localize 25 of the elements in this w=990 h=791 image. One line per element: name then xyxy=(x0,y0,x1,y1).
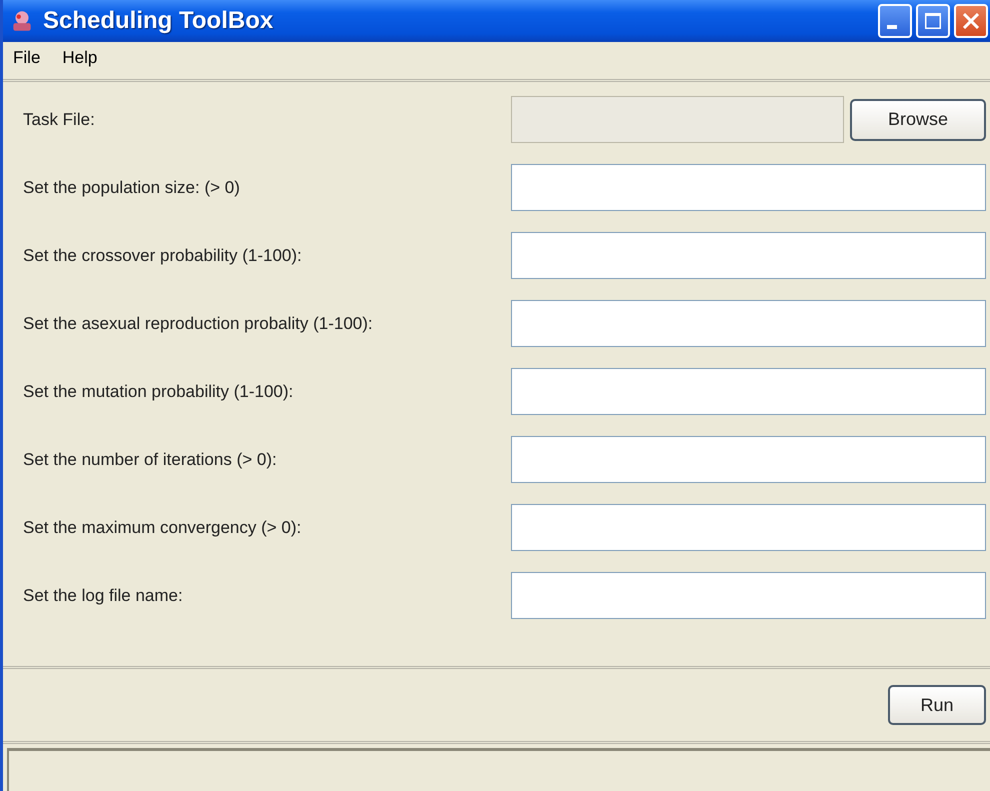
input-field[interactable] xyxy=(511,300,986,347)
input-field[interactable] xyxy=(511,504,986,551)
input-field[interactable] xyxy=(511,368,986,415)
field-label: Set the mutation probability (1-100): xyxy=(23,382,294,402)
input-field[interactable] xyxy=(511,232,986,279)
window-title: Scheduling ToolBox xyxy=(43,7,274,35)
field-label: Set the crossover probability (1-100): xyxy=(23,246,303,266)
field-label: Task File: xyxy=(23,110,96,130)
field-label: Set the maximum convergency (> 0): xyxy=(23,518,302,538)
maximize-button[interactable] xyxy=(916,4,950,38)
minimize-icon xyxy=(887,25,897,29)
field-label: Set the number of iterations (> 0): xyxy=(23,450,278,470)
input-field[interactable] xyxy=(511,436,986,483)
menu-item[interactable]: Help xyxy=(62,48,98,68)
close-button[interactable] xyxy=(954,4,988,38)
menu-item[interactable]: File xyxy=(13,48,40,68)
input-field[interactable] xyxy=(511,164,986,211)
input-field[interactable] xyxy=(511,572,986,619)
minimize-button[interactable] xyxy=(878,4,912,38)
field-label: Set the asexual reproduction probality (1-100): xyxy=(23,314,374,334)
run-button[interactable]: Run xyxy=(888,685,986,725)
field-label: Set the log file name: xyxy=(23,586,184,606)
maximize-icon xyxy=(925,13,941,29)
close-icon xyxy=(963,13,979,29)
field-label: Set the population size: (> 0) xyxy=(23,178,241,198)
